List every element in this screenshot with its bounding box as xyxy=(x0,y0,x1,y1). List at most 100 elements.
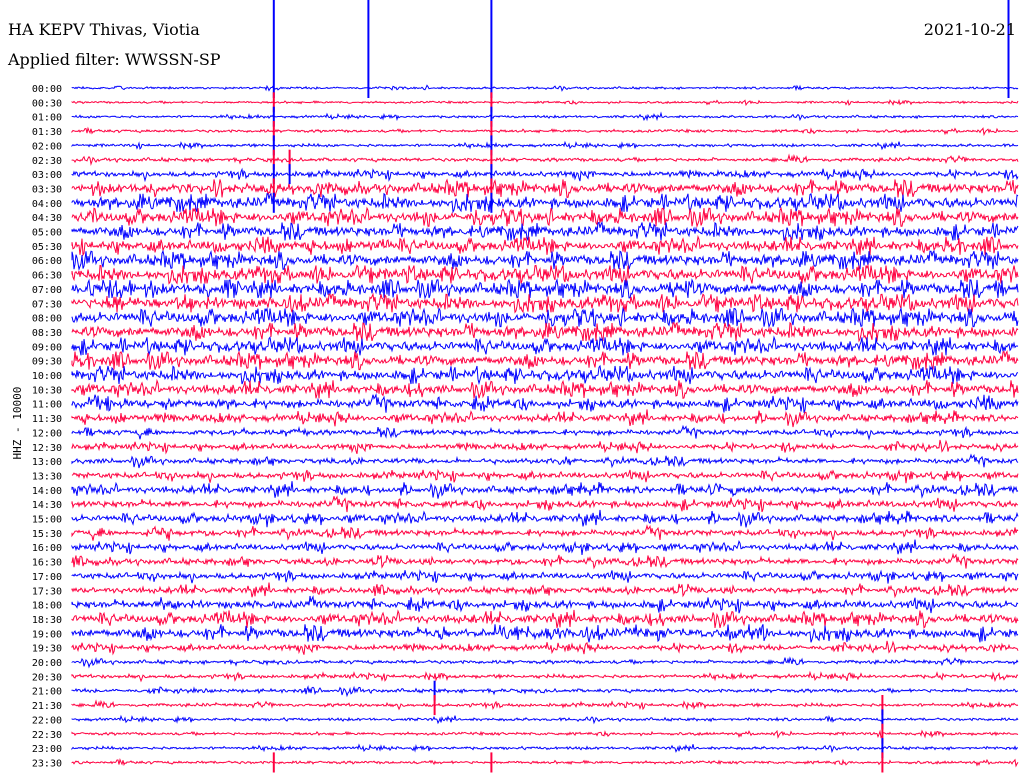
trace-row-1530 xyxy=(71,524,1019,541)
trace-row-0230 xyxy=(71,153,1019,166)
time-label: 21:00 xyxy=(32,687,62,698)
time-label: 19:00 xyxy=(32,629,62,640)
trace-row-2030 xyxy=(71,670,1019,683)
trace-group xyxy=(71,84,1019,768)
trace-row-1000 xyxy=(71,364,1019,386)
trace-row-2230 xyxy=(71,729,1019,739)
time-label: 12:30 xyxy=(32,443,62,454)
date-label: 2021-10-21 xyxy=(923,20,1016,39)
time-label: 06:00 xyxy=(32,256,62,267)
time-label: 14:30 xyxy=(32,500,62,511)
time-label: 07:00 xyxy=(32,285,62,296)
trace-row-1900 xyxy=(71,624,1019,643)
trace-row-0330 xyxy=(71,178,1019,198)
trace-row-1930 xyxy=(71,640,1019,656)
time-label: 10:00 xyxy=(32,371,62,382)
trace-row-1400 xyxy=(71,481,1019,499)
trace-row-0730 xyxy=(71,292,1019,314)
time-label: 14:00 xyxy=(32,486,62,497)
time-label: 09:30 xyxy=(32,357,62,368)
trace-row-1800 xyxy=(71,595,1019,614)
time-label: 23:00 xyxy=(32,744,62,755)
station-title: HA KEPV Thivas, Viotia xyxy=(8,20,200,39)
time-label: 00:30 xyxy=(32,98,62,109)
trace-row-0300 xyxy=(71,167,1019,183)
time-label: 20:30 xyxy=(32,672,62,683)
time-label: 01:30 xyxy=(32,127,62,138)
trace-row-0800 xyxy=(71,306,1019,329)
time-label: 13:30 xyxy=(32,471,62,482)
trace-row-0530 xyxy=(71,234,1019,257)
time-label: 09:00 xyxy=(32,342,62,353)
time-label: 17:30 xyxy=(32,586,62,597)
trace-row-1200 xyxy=(71,424,1019,441)
time-label: 15:30 xyxy=(32,529,62,540)
trace-row-0030 xyxy=(71,98,1019,107)
trace-row-2000 xyxy=(71,656,1019,669)
time-label: 06:30 xyxy=(32,271,62,282)
trace-row-1730 xyxy=(71,582,1019,599)
trace-row-1430 xyxy=(71,495,1019,513)
time-label-group: 00:00 00:30 01:00 01:30 02:00 02:30 03:00 03:30… xyxy=(32,84,62,769)
trace-row-0600 xyxy=(71,249,1019,272)
time-label: 04:30 xyxy=(32,213,62,224)
trace-row-2330 xyxy=(71,757,1019,768)
time-label: 18:00 xyxy=(32,601,62,612)
time-label: 12:00 xyxy=(32,428,62,439)
time-label: 23:30 xyxy=(32,758,62,769)
trace-row-0100 xyxy=(71,111,1019,122)
trace-row-0500 xyxy=(71,220,1019,241)
trace-row-0200 xyxy=(71,140,1019,151)
time-label: 10:30 xyxy=(32,385,62,396)
time-label: 21:30 xyxy=(32,701,62,712)
time-label: 20:00 xyxy=(32,658,62,669)
trace-row-1700 xyxy=(71,569,1019,584)
trace-row-2100 xyxy=(71,685,1019,698)
time-label: 11:00 xyxy=(32,400,62,411)
trace-row-1330 xyxy=(71,468,1019,484)
trace-row-1230 xyxy=(71,439,1019,455)
time-label: 17:00 xyxy=(32,572,62,583)
filter-label: Applied filter: WWSSN-SP xyxy=(8,50,221,69)
trace-row-0130 xyxy=(71,126,1019,137)
time-label: 15:00 xyxy=(32,515,62,526)
trace-row-1300 xyxy=(71,453,1019,469)
time-label: 00:00 xyxy=(32,84,62,95)
time-label: 05:30 xyxy=(32,242,62,253)
trace-row-0400 xyxy=(71,192,1019,214)
trace-row-2200 xyxy=(71,714,1019,725)
time-label: 05:00 xyxy=(32,228,62,239)
time-label: 02:30 xyxy=(32,156,62,167)
time-label: 01:00 xyxy=(32,113,62,124)
trace-row-2130 xyxy=(71,699,1019,711)
trace-row-1630 xyxy=(71,552,1019,570)
time-label: 22:30 xyxy=(32,730,62,741)
time-label: 13:00 xyxy=(32,457,62,468)
time-label: 02:00 xyxy=(32,141,62,152)
time-label: 03:30 xyxy=(32,184,62,195)
trace-row-0930 xyxy=(71,350,1019,371)
trace-row-0000 xyxy=(71,84,1019,92)
trace-row-0430 xyxy=(71,206,1019,229)
time-label: 19:30 xyxy=(32,644,62,655)
time-label: 03:00 xyxy=(32,170,62,181)
trace-row-1500 xyxy=(71,509,1019,528)
trace-row-0700 xyxy=(71,278,1019,300)
trace-row-1600 xyxy=(71,539,1019,555)
time-label: 18:30 xyxy=(32,615,62,626)
trace-row-1100 xyxy=(71,392,1019,413)
trace-row-0900 xyxy=(71,335,1019,357)
time-label: 16:00 xyxy=(32,543,62,554)
trace-row-1030 xyxy=(71,378,1019,400)
time-label: 07:30 xyxy=(32,299,62,310)
seismogram-plot: 00:00 00:30 01:00 01:30 02:00 02:30 03:00 03:30… xyxy=(32,0,1019,773)
time-label: 11:30 xyxy=(32,414,62,425)
trace-row-1130 xyxy=(71,409,1019,428)
time-label: 08:30 xyxy=(32,328,62,339)
trace-row-0630 xyxy=(71,263,1019,285)
trace-row-2300 xyxy=(71,743,1018,754)
time-label: 16:30 xyxy=(32,558,62,569)
channel-axis-label: HHZ - 10000 xyxy=(11,386,24,460)
trace-row-1830 xyxy=(71,609,1019,629)
time-label: 04:00 xyxy=(32,199,62,210)
